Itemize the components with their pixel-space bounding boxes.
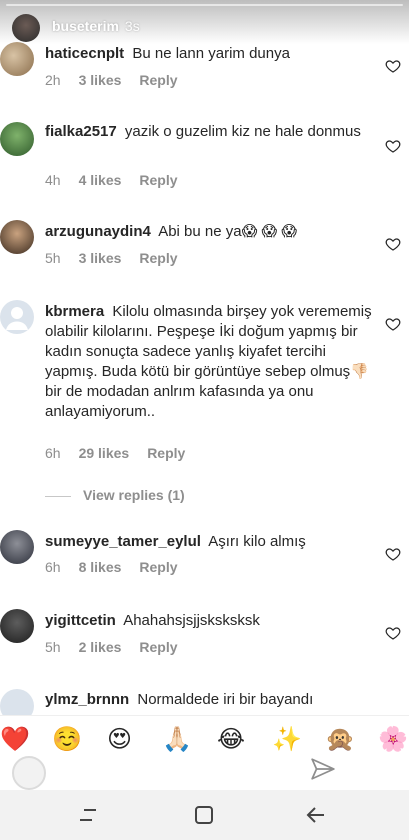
reply-button[interactable]: Reply [139,639,177,655]
reply-button[interactable]: Reply [139,250,177,266]
story-author-avatar[interactable] [12,14,40,42]
avatar[interactable] [0,42,34,76]
story-author-username[interactable]: buseterim 3s [52,18,140,34]
comment-body: arzugunaydin4 Abi bu ne ya😱 😱 😱 [45,222,373,242]
comment-text: yazik o guzelim kiz ne hale donmus [124,123,361,140]
comment-likes-count[interactable]: 3 likes [79,250,122,266]
emoji-heart-button[interactable]: ❤️ [0,726,30,754]
default-avatar-icon [6,307,28,330]
emoji-joy-button[interactable]: 😂 [217,726,245,754]
comment-time: 5h [45,639,61,655]
comment-username[interactable]: haticecnplt [45,45,124,62]
comment-likes-count[interactable]: 8 likes [79,559,122,575]
comment-text: Kilolu olmasında birşey yok verememiş ol… [45,303,372,420]
comment-likes-count[interactable]: 4 likes [79,172,122,188]
recent-apps-icon[interactable] [78,804,102,826]
comment-likes-count[interactable]: 3 likes [79,72,122,88]
comment-body: haticecnplt Bu ne lann yarim dunya [45,44,373,64]
comment-username[interactable]: ylmz_brnnn [45,691,129,708]
emoji-sparkles-button[interactable]: ✨ [272,726,302,754]
heart-icon[interactable] [385,316,401,332]
comment-body: kbrmera Kilolu olmasında birşey yok vere… [45,302,373,422]
comment-username[interactable]: yigittcetin [45,612,116,629]
avatar[interactable] [0,609,34,643]
comment-text: Abi bu ne ya😱 😱 😱 [158,223,297,240]
comment-text: Normaldede iri bir bayandı [137,691,314,708]
comment-likes-count[interactable]: 2 likes [79,639,122,655]
emoji-pray-button[interactable]: 🙏🏻 [162,726,192,754]
comment-meta: 6h 29 likes Reply [45,445,203,461]
emoji-flower-button[interactable]: 🌸 [378,726,408,754]
avatar[interactable] [0,220,34,254]
comment-username[interactable]: fialka2517 [45,123,117,140]
comment-body: sumeyye_tamer_eylul Aşırı kilo almış [45,532,373,552]
comment-time: 6h [45,559,61,575]
reply-button[interactable]: Reply [139,72,177,88]
story-header: buseterim 3s [0,0,409,44]
comment-body: yigittcetin Ahahahsjsjjsksksksk [45,611,373,631]
story-time: 3s [124,18,140,34]
comment-time: 2h [45,72,61,88]
story-progress-bar [6,4,403,6]
comment-likes-count[interactable]: 29 likes [79,445,130,461]
comment-username[interactable]: sumeyye_tamer_eylul [45,533,201,550]
comment-meta: 5h 2 likes Reply [45,639,196,655]
emoji-monkey-button[interactable]: 🙊 [325,726,355,754]
heart-icon[interactable] [385,236,401,252]
view-replies-label[interactable]: View replies (1) [83,487,185,503]
home-icon[interactable] [192,804,216,826]
reply-button[interactable]: Reply [139,172,177,188]
comment-username[interactable]: kbrmera [45,303,104,320]
comment-meta: 4h 4 likes Reply [45,172,196,188]
comment-text: Ahahahsjsjjsksksksk [123,612,260,629]
comment-time: 6h [45,445,61,461]
heart-icon[interactable] [385,546,401,562]
comment-composer [0,752,409,790]
heart-icon[interactable] [385,58,401,74]
comment-meta: 2h 3 likes Reply [45,72,196,88]
heart-icon[interactable] [385,625,401,641]
view-replies-divider [45,495,71,497]
avatar[interactable] [0,530,34,564]
comment-meta: 6h 8 likes Reply [45,559,196,575]
heart-icon[interactable] [385,138,401,154]
comment-text: Aşırı kilo almış [208,533,306,550]
emoji-smile-button[interactable]: ☺️ [52,726,82,754]
comment-text: Bu ne lann yarim dunya [132,45,290,62]
avatar[interactable] [0,300,34,334]
view-replies-link[interactable]: View replies (1) [45,487,185,503]
back-icon[interactable] [304,804,328,826]
avatar[interactable] [0,122,34,156]
send-icon[interactable] [310,756,336,782]
system-navigation-bar [0,790,409,840]
reply-button[interactable]: Reply [147,445,185,461]
story-username[interactable]: buseterim [52,18,119,34]
comment-body: ylmz_brnnn Normaldede iri bir bayandı [45,690,373,710]
comment-time: 5h [45,250,61,266]
current-user-avatar [12,756,46,790]
comment-meta: 5h 3 likes Reply [45,250,196,266]
comment-body: fialka2517 yazik o guzelim kiz ne hale d… [45,122,373,142]
comment-username[interactable]: arzugunaydin4 [45,223,151,240]
comment-time: 4h [45,172,61,188]
emoji-heart-eyes-button[interactable]: 😍 [107,726,132,754]
reply-button[interactable]: Reply [139,559,177,575]
